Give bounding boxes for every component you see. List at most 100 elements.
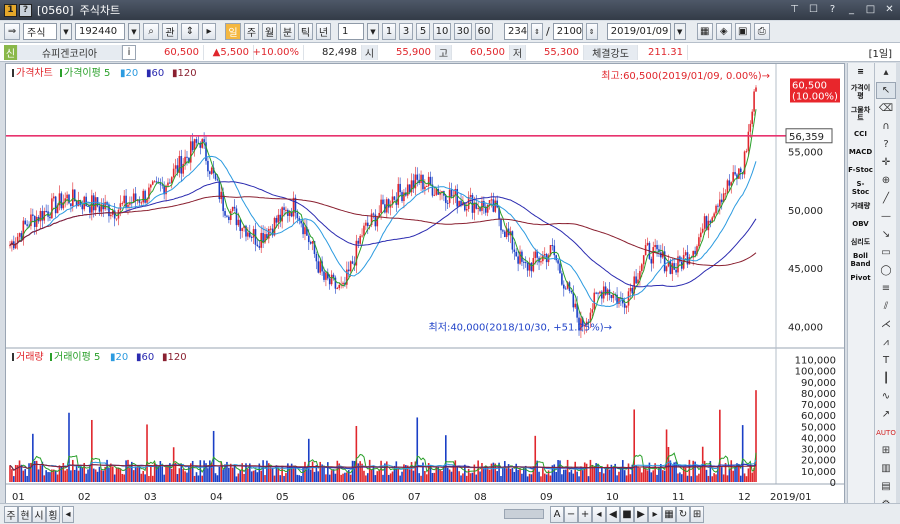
chart-tool-2-icon[interactable]: ◈ xyxy=(715,23,732,40)
maximize-icon[interactable]: □ xyxy=(864,3,877,16)
extra-menu[interactable]: ▸ xyxy=(202,23,216,40)
month-period-button[interactable]: 월 xyxy=(262,23,277,40)
last-icon[interactable]: ▸ xyxy=(648,505,662,523)
rect-tool-icon[interactable]: ▭ xyxy=(876,244,896,261)
chart-svg[interactable]: 55,000 50,000 45,000 40,000 56,359 60,500(10.… xyxy=(6,64,844,514)
interval-10-button[interactable]: 10 xyxy=(433,23,451,40)
count-spinner[interactable]: ⇕ xyxy=(531,23,543,40)
tab-sideways[interactable]: 횡 xyxy=(46,505,60,523)
crosshair-icon[interactable]: ✛ xyxy=(876,154,896,171)
compare-tool-icon[interactable]: ▥ xyxy=(876,460,896,477)
stats-tool-icon[interactable]: ▤ xyxy=(876,478,896,495)
hline-tool-icon[interactable]: — xyxy=(876,208,896,225)
settings-icon[interactable]: ☐ xyxy=(807,3,820,16)
search-icon[interactable]: ⌕ xyxy=(143,23,159,40)
save-icon[interactable]: ▣ xyxy=(734,23,751,40)
prev-icon[interactable]: ◀ xyxy=(606,505,620,523)
print-icon[interactable]: ⎙ xyxy=(753,23,770,40)
window-menu-icon[interactable]: 1 xyxy=(4,3,17,17)
tick-period-button[interactable]: 틱 xyxy=(298,23,313,40)
favorite-button[interactable]: 관 xyxy=(162,23,178,40)
indicator-9[interactable]: Boll Band xyxy=(848,251,873,269)
close-icon[interactable]: ✕ xyxy=(883,3,896,16)
help-icon[interactable]: ? xyxy=(19,3,32,17)
tab-market[interactable]: 시 xyxy=(32,505,46,523)
date-dropdown-icon[interactable]: ▼ xyxy=(673,23,686,40)
chart-tool-1-icon[interactable]: ▦ xyxy=(696,23,713,40)
total-count-input[interactable]: 2100 xyxy=(552,23,583,40)
first-icon[interactable]: ◂ xyxy=(592,505,606,523)
pattern-tool-icon[interactable]: ⊞ xyxy=(876,442,896,459)
minute-period-button[interactable]: 분 xyxy=(280,23,295,40)
market-dropdown-icon[interactable]: ▼ xyxy=(60,23,72,40)
refresh-icon[interactable]: ↻ xyxy=(676,505,690,523)
circle-tool-icon[interactable]: ◯ xyxy=(876,262,896,279)
tool-collapse-icon[interactable]: ▴ xyxy=(876,64,896,81)
trend-tool-icon[interactable]: ↘ xyxy=(876,226,896,243)
stop-icon[interactable]: ■ xyxy=(620,505,634,523)
tab-current[interactable]: 현 xyxy=(18,505,32,523)
bar-count-input[interactable]: 234 xyxy=(504,23,528,40)
prev-next-spinner[interactable]: ⇕ xyxy=(181,23,199,40)
interval-5-button[interactable]: 5 xyxy=(416,23,430,40)
minimize-icon[interactable]: _ xyxy=(845,3,858,16)
eraser-icon[interactable]: ⌫ xyxy=(876,100,896,117)
next-icon[interactable]: ▶ xyxy=(634,505,648,523)
text-tool-icon[interactable]: T xyxy=(876,352,896,369)
channel-tool-icon[interactable]: ⫽ xyxy=(876,298,896,315)
indicator-2[interactable]: CCI xyxy=(848,125,873,143)
link-arrow-icon[interactable]: ⇒ xyxy=(4,23,20,40)
scrollbar-track[interactable] xyxy=(504,509,544,519)
interval-dropdown-icon[interactable]: ▼ xyxy=(367,23,379,40)
volume-bar xyxy=(612,467,615,482)
chart-area[interactable]: 55,000 50,000 45,000 40,000 56,359 60,500 (10.… xyxy=(5,63,845,515)
grid-icon[interactable]: ▦ xyxy=(662,505,676,523)
zoom-icon[interactable]: ⊕ xyxy=(876,172,896,189)
indicator-3[interactable]: MACD xyxy=(848,143,873,161)
minus-icon[interactable]: − xyxy=(564,505,578,523)
interval-3-button[interactable]: 3 xyxy=(399,23,413,40)
fan-tool-icon[interactable]: ⋌ xyxy=(876,316,896,333)
candle-tool-icon[interactable]: ┃ xyxy=(876,370,896,387)
cursor-icon[interactable]: ↖ xyxy=(876,82,896,99)
day-period-button[interactable]: 일 xyxy=(225,23,241,40)
line-tool-icon[interactable]: ╱ xyxy=(876,190,896,207)
interval-1-button[interactable]: 1 xyxy=(382,23,396,40)
fibo-tool-icon[interactable]: ≡ xyxy=(876,280,896,297)
volume-bar xyxy=(652,470,655,482)
indicator-toggle[interactable]: ≡ xyxy=(848,63,873,81)
text-size-icon[interactable]: A xyxy=(550,505,564,523)
volume-bar xyxy=(502,467,504,482)
indicator-1[interactable]: 그물차트 xyxy=(848,103,873,125)
auto-tool-icon[interactable]: AUTO xyxy=(876,424,896,441)
arrow-tool-icon[interactable]: ↗ xyxy=(876,406,896,423)
interval-input[interactable]: 1 xyxy=(338,23,364,40)
interval-60-button[interactable]: 60 xyxy=(475,23,493,40)
pin-icon[interactable]: ⊤ xyxy=(788,3,801,16)
indicator-6[interactable]: 거래량 xyxy=(848,197,873,215)
indicator-10[interactable]: Pivot xyxy=(848,269,873,287)
wave-tool-icon[interactable]: ∿ xyxy=(876,388,896,405)
question-icon[interactable]: ? xyxy=(876,136,896,153)
help-icon-2[interactable]: ? xyxy=(826,3,839,16)
indicator-8[interactable]: 심리도 xyxy=(848,233,873,251)
tab-stock[interactable]: 주 xyxy=(4,505,18,523)
stock-code-input[interactable]: 192440 xyxy=(75,23,125,40)
plus-icon[interactable]: + xyxy=(578,505,592,523)
indicator-4[interactable]: F-Stoc xyxy=(848,161,873,179)
scroll-left-icon[interactable]: ◂ xyxy=(62,505,74,523)
market-select[interactable]: 주식 xyxy=(23,23,57,40)
indicator-0[interactable]: 가격이평 xyxy=(848,81,873,103)
layout-icon[interactable]: ⊞ xyxy=(690,505,704,523)
week-period-button[interactable]: 주 xyxy=(244,23,259,40)
indicator-7[interactable]: OBV xyxy=(848,215,873,233)
date-input[interactable]: 2019/01/09 xyxy=(606,23,671,40)
interval-30-button[interactable]: 30 xyxy=(454,23,472,40)
year-period-button[interactable]: 년 xyxy=(316,23,331,40)
indicator-5[interactable]: S-Stoc xyxy=(848,179,873,197)
gann-tool-icon[interactable]: ⩘ xyxy=(876,334,896,351)
info-button[interactable]: i xyxy=(122,44,136,60)
code-dropdown-icon[interactable]: ▼ xyxy=(128,23,140,40)
magnet-icon[interactable]: ∩ xyxy=(876,118,896,135)
total-spinner[interactable]: ⇕ xyxy=(585,23,598,40)
